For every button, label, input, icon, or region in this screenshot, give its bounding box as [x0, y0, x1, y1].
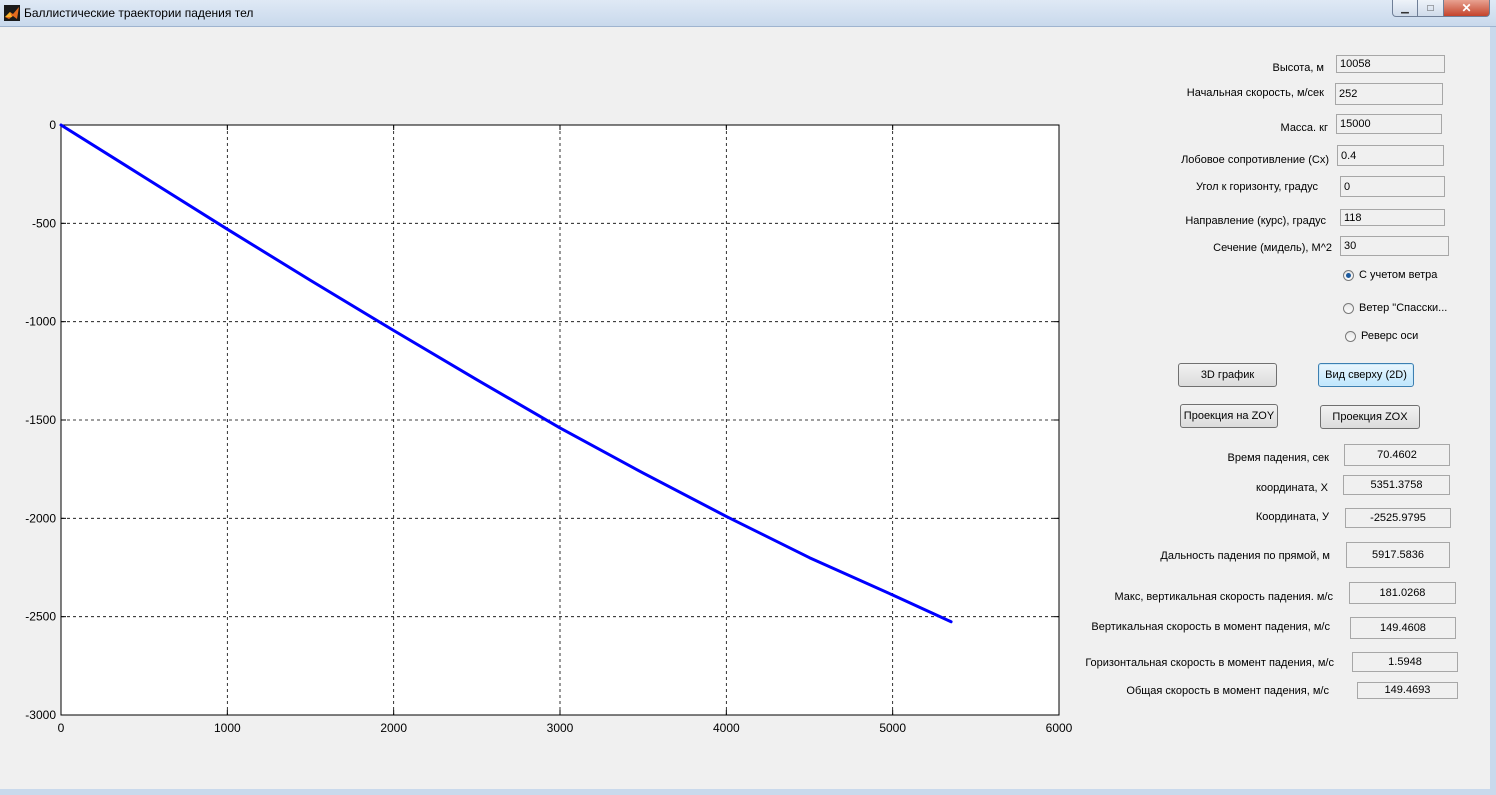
x-tick-label: 5000	[879, 721, 906, 735]
projection-zox-button[interactable]: Проекция ZOX	[1320, 405, 1420, 429]
projection-zoy-button[interactable]: Проекция на ZOY	[1180, 404, 1278, 428]
initial-speed-label: Начальная скорость, м/сек	[1186, 87, 1324, 99]
x-tick-label: 4000	[713, 721, 740, 735]
fall-time-value: 70.4602	[1344, 444, 1450, 466]
close-icon: ✕	[1461, 1, 1472, 15]
y-tick-label: 0	[49, 118, 56, 132]
y-tick-label: -2500	[25, 610, 56, 624]
coordinate-y-value: -2525.9795	[1345, 508, 1451, 528]
minimize-icon: ▁	[1401, 2, 1409, 14]
figure-client-area: 0 1000 2000 3000 4000 5000 6000 0 -500 -1000 -1500…	[0, 27, 1496, 795]
x-tick-label: 2000	[380, 721, 407, 735]
drag-coefficient-label: Лобовое сопротивление (Cx)	[1181, 154, 1329, 166]
y-tick-label: -1000	[25, 315, 56, 329]
maximize-icon: □	[1427, 2, 1434, 14]
vertical-speed-impact-label: Вертикальная скорость в момент падения, …	[1091, 621, 1330, 633]
height-input[interactable]	[1336, 55, 1445, 73]
x-tick-label: 0	[58, 721, 65, 735]
range-label: Дальность падения по прямой, м	[1160, 550, 1330, 562]
y-tick-label: -500	[32, 216, 56, 230]
y-tick-label: -2000	[25, 511, 56, 525]
x-tick-label: 6000	[1046, 721, 1073, 735]
radio-unchecked-icon	[1343, 302, 1354, 314]
wind-option-label: С учетом ветра	[1359, 269, 1438, 281]
heading-input[interactable]	[1340, 209, 1445, 226]
drag-coefficient-input[interactable]	[1337, 145, 1444, 166]
radio-checked-icon	[1343, 269, 1354, 281]
trajectory-chart[interactable]: 0 1000 2000 3000 4000 5000 6000 0 -500 -1000 -1500…	[0, 27, 1100, 767]
y-tick-label: -1500	[25, 413, 56, 427]
height-label: Высота, м	[1272, 62, 1324, 74]
max-vertical-speed-value: 181.0268	[1349, 582, 1456, 604]
coordinate-y-label: Координата, У	[1255, 511, 1329, 523]
title-bar: Баллистические траектории падения тел ▁ …	[0, 0, 1496, 27]
angle-input[interactable]	[1340, 176, 1445, 197]
window-controls: ▁ □ ✕	[1392, 0, 1490, 18]
spassk-wind-radio[interactable]: Ветер "Спасски...	[1343, 302, 1447, 314]
cross-section-label: Сечение (мидель), М^2	[1213, 242, 1332, 254]
maximize-button[interactable]: □	[1418, 0, 1444, 17]
spassk-wind-label: Ветер "Спасски...	[1359, 302, 1448, 314]
x-tick-label: 3000	[547, 721, 574, 735]
x-tick-label: 1000	[214, 721, 241, 735]
window-title: Баллистические траектории падения тел	[24, 6, 254, 20]
mass-input[interactable]	[1336, 114, 1442, 134]
fall-time-label: Время падения, сек	[1227, 452, 1329, 464]
horizontal-speed-impact-label: Горизонтальная скорость в момент падения…	[1085, 657, 1334, 669]
close-button[interactable]: ✕	[1444, 0, 1490, 17]
top-view-button[interactable]: Вид сверху (2D)	[1318, 363, 1414, 387]
coordinate-x-value: 5351.3758	[1343, 475, 1450, 495]
reverse-axis-radio[interactable]: Реверс оси	[1345, 330, 1418, 342]
radio-unchecked-icon	[1345, 330, 1356, 342]
total-speed-impact-value: 149.4693	[1357, 682, 1458, 699]
max-vertical-speed-label: Макс, вертикальная скорость падения. м/с	[1114, 591, 1333, 603]
range-value: 5917.5836	[1346, 542, 1450, 568]
mass-label: Масса. кг	[1280, 122, 1328, 134]
cross-section-input[interactable]	[1340, 236, 1449, 256]
coordinate-x-label: координата, Х	[1255, 482, 1328, 494]
minimize-button[interactable]: ▁	[1392, 0, 1418, 17]
reverse-axis-label: Реверс оси	[1361, 330, 1419, 342]
wind-option-radio[interactable]: С учетом ветра	[1343, 269, 1437, 281]
horizontal-speed-impact-value: 1.5948	[1352, 652, 1458, 672]
angle-label: Угол к горизонту, градус	[1196, 181, 1318, 193]
matlab-icon	[4, 5, 20, 21]
initial-speed-input[interactable]	[1335, 83, 1443, 105]
vertical-speed-impact-value: 149.4608	[1350, 617, 1456, 639]
y-tick-label: -3000	[25, 708, 56, 722]
heading-label: Направление (курс), градус	[1185, 215, 1326, 227]
total-speed-impact-label: Общая скорость в момент падения, м/с	[1126, 685, 1329, 697]
plot-3d-button[interactable]: 3D график	[1178, 363, 1277, 387]
